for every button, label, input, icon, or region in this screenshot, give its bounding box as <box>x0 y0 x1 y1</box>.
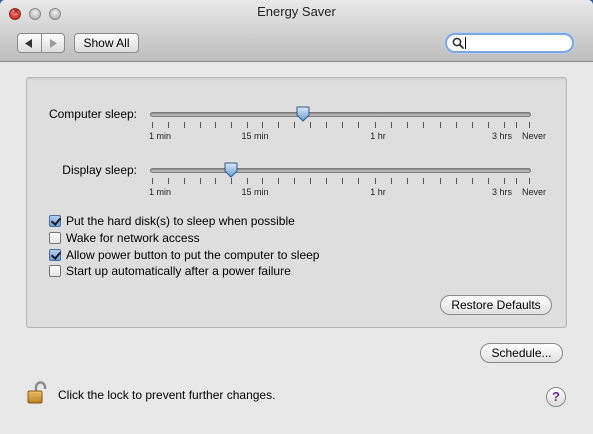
computer-sleep-tick-mark <box>200 122 201 128</box>
display-tick-label-3: 1 hr <box>370 187 386 197</box>
search-input[interactable] <box>465 36 565 50</box>
display-sleep-tick-mark <box>326 178 327 184</box>
computer-sleep-tick-mark <box>342 122 343 128</box>
unlocked-padlock-icon[interactable] <box>27 381 47 405</box>
forward-triangle-icon <box>49 38 57 48</box>
back-button[interactable] <box>18 34 41 52</box>
display-sleep-tick-mark <box>440 178 441 184</box>
display-sleep-tick-mark <box>184 178 185 184</box>
display-sleep-tick-mark <box>310 178 311 184</box>
display-sleep-tick-mark <box>423 178 424 184</box>
display-sleep-tick-mark <box>152 178 153 184</box>
schedule-button[interactable]: Schedule... <box>480 343 563 363</box>
computer-sleep-tick-mark <box>375 122 376 128</box>
option-label: Put the hard disk(s) to sleep when possi… <box>66 214 295 228</box>
option-wake-network[interactable]: Wake for network access <box>49 230 200 246</box>
checkbox-hard-disk-sleep[interactable] <box>49 215 61 227</box>
navigation-group <box>17 33 65 53</box>
display-sleep-tick-mark <box>407 178 408 184</box>
display-sleep-tick-mark <box>342 178 343 184</box>
computer-sleep-tick-mark <box>440 122 441 128</box>
computer-sleep-tick-mark <box>472 122 473 128</box>
display-sleep-tick-mark <box>529 178 530 184</box>
computer-sleep-tick-mark <box>423 122 424 128</box>
computer-tick-label-2: 15 min <box>241 131 269 141</box>
display-sleep-tick-mark <box>504 178 505 184</box>
restore-defaults-button[interactable]: Restore Defaults <box>440 295 552 315</box>
computer-sleep-tick-mark <box>184 122 185 128</box>
computer-sleep-tick-mark <box>529 122 530 128</box>
energy-saver-window: Energy Saver Show All Computer sleep: 1 … <box>0 0 593 434</box>
option-auto-startup[interactable]: Start up automatically after a power fai… <box>49 263 291 279</box>
display-sleep-tick-mark <box>231 178 232 184</box>
computer-sleep-tick-mark <box>358 122 359 128</box>
display-sleep-tick-mark <box>456 178 457 184</box>
computer-sleep-tick-mark <box>504 122 505 128</box>
computer-sleep-tick-mark <box>152 122 153 128</box>
display-sleep-tick-mark <box>215 178 216 184</box>
display-sleep-tick-mark <box>358 178 359 184</box>
checkbox-power-button-sleep[interactable] <box>49 249 61 261</box>
display-sleep-tick-mark <box>200 178 201 184</box>
display-sleep-label: Display sleep: <box>62 163 137 177</box>
display-tick-label-5: Never <box>521 187 547 197</box>
computer-sleep-track[interactable] <box>150 112 531 117</box>
display-sleep-tick-mark <box>391 178 392 184</box>
computer-sleep-tick-mark <box>247 122 248 128</box>
option-label: Wake for network access <box>66 231 200 245</box>
title-bar: Energy Saver Show All <box>0 0 593 62</box>
computer-tick-label-4: 3 hrs <box>491 131 513 141</box>
display-tick-label-2: 15 min <box>241 187 269 197</box>
computer-sleep-tick-mark <box>407 122 408 128</box>
computer-sleep-label: Computer sleep: <box>48 107 137 121</box>
display-sleep-slider-thumb[interactable] <box>224 162 238 178</box>
computer-sleep-tick-mark <box>231 122 232 128</box>
computer-tick-label-3: 1 hr <box>370 131 386 141</box>
computer-sleep-tick-mark <box>294 122 295 128</box>
option-label: Start up automatically after a power fai… <box>66 264 291 278</box>
display-sleep-tick-mark <box>375 178 376 184</box>
computer-sleep-tick-mark <box>262 122 263 128</box>
option-label: Allow power button to put the computer t… <box>66 248 320 262</box>
display-sleep-tick-mark <box>488 178 489 184</box>
computer-sleep-slider-thumb[interactable] <box>296 106 310 122</box>
display-sleep-tick-mark <box>516 178 517 184</box>
display-sleep-tick-mark <box>294 178 295 184</box>
back-triangle-icon <box>25 38 33 48</box>
display-tick-label-4: 3 hrs <box>491 187 513 197</box>
computer-sleep-tick-mark <box>456 122 457 128</box>
computer-sleep-tick-mark <box>488 122 489 128</box>
computer-sleep-tick-mark <box>310 122 311 128</box>
window-title: Energy Saver <box>257 4 336 19</box>
display-sleep-tick-mark <box>262 178 263 184</box>
help-button[interactable]: ? <box>546 387 566 407</box>
computer-sleep-tick-mark <box>215 122 216 128</box>
lock-status-text: Click the lock to prevent further change… <box>58 388 276 402</box>
computer-sleep-tick-mark <box>278 122 279 128</box>
computer-sleep-tick-mark <box>391 122 392 128</box>
magnifier-icon <box>452 37 464 49</box>
display-sleep-tick-mark <box>247 178 248 184</box>
search-field[interactable] <box>445 33 574 53</box>
display-tick-label-1: 1 min <box>148 187 172 197</box>
display-sleep-tick-mark <box>168 178 169 184</box>
computer-sleep-tick-mark <box>168 122 169 128</box>
show-all-button[interactable]: Show All <box>74 33 139 53</box>
forward-button[interactable] <box>40 34 64 52</box>
computer-sleep-tick-mark <box>516 122 517 128</box>
computer-sleep-tick-mark <box>326 122 327 128</box>
display-sleep-tick-mark <box>472 178 473 184</box>
computer-tick-label-5: Never <box>521 131 547 141</box>
display-sleep-tick-mark <box>278 178 279 184</box>
display-sleep-track[interactable] <box>150 168 531 173</box>
option-power-button-sleep[interactable]: Allow power button to put the computer t… <box>49 247 319 263</box>
option-hard-disk-sleep[interactable]: Put the hard disk(s) to sleep when possi… <box>49 213 295 229</box>
computer-tick-label-1: 1 min <box>148 131 172 141</box>
checkbox-auto-startup[interactable] <box>49 265 61 277</box>
text-cursor <box>465 37 466 49</box>
checkbox-wake-network[interactable] <box>49 232 61 244</box>
